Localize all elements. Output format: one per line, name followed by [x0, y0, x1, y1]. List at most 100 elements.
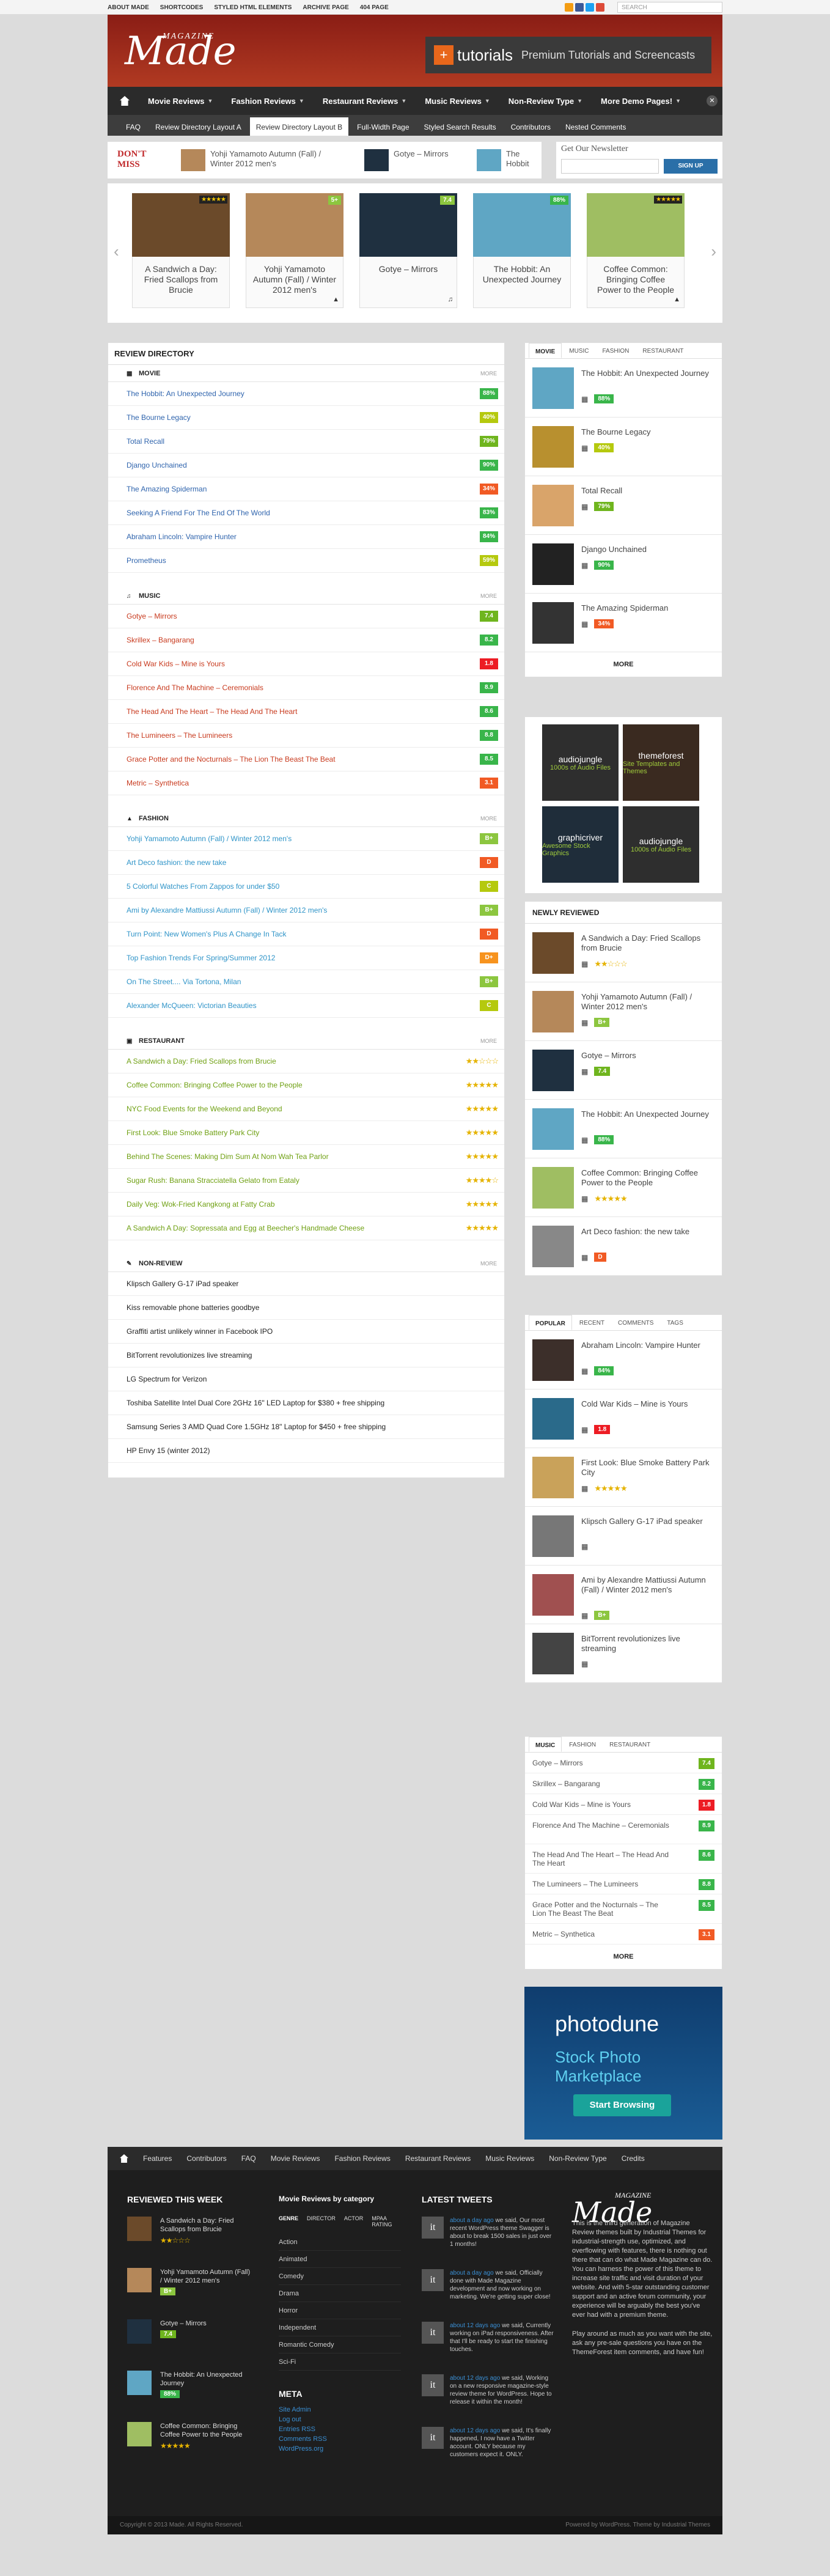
more-link[interactable]: MORE	[480, 815, 497, 822]
directory-row-title[interactable]: The Hobbit: An Unexpected Journey	[127, 389, 244, 398]
sidebar-item-title[interactable]: The Hobbit: An Unexpected Journey	[581, 1110, 710, 1119]
top-nav-item[interactable]: ABOUT MADE	[108, 4, 149, 11]
meta-link[interactable]: Entries RSS	[279, 2424, 401, 2434]
sidebar-item-title[interactable]: First Look: Blue Smoke Battery Park City	[581, 1458, 710, 1478]
directory-row[interactable]: Graffiti artist unlikely winner in Faceb…	[108, 1320, 504, 1344]
music-row-title[interactable]: The Lumineers – The Lumineers	[532, 1880, 673, 1888]
directory-row[interactable]: Samsung Series 3 AMD Quad Core 1.5GHz 18…	[108, 1415, 504, 1439]
main-nav-item[interactable]: Fashion Reviews ▼	[225, 97, 310, 106]
category-tab[interactable]: DIRECTOR	[307, 2215, 336, 2228]
widget-tab[interactable]: FASHION	[563, 1737, 602, 1752]
directory-row[interactable]: A Sandwich a Day: Fried Scallops from Br…	[108, 1050, 504, 1073]
sidebar-item-title[interactable]: The Amazing Spiderman	[581, 603, 710, 613]
top-nav-item[interactable]: STYLED HTML ELEMENTS	[214, 4, 292, 11]
sub-nav-item[interactable]: Review Directory Layout A	[149, 117, 248, 136]
sub-nav-item[interactable]: Full-Width Page	[351, 117, 415, 136]
start-browsing-button[interactable]: Start Browsing	[573, 2094, 671, 2116]
footer-review-title[interactable]: The Hobbit: An Unexpected Journey	[160, 2371, 252, 2388]
directory-row[interactable]: Daily Veg: Wok-Fried Kangkong at Fatty C…	[108, 1193, 504, 1216]
directory-row-title[interactable]: First Look: Blue Smoke Battery Park City	[127, 1128, 259, 1137]
sub-nav-item[interactable]: Styled Search Results	[418, 117, 502, 136]
directory-row-title[interactable]: Coffee Common: Bringing Coffee Power to …	[127, 1081, 303, 1089]
directory-row-title[interactable]: Yohji Yamamoto Autumn (Fall) / Winter 20…	[127, 834, 292, 843]
category-link[interactable]: Action	[279, 2234, 401, 2251]
sub-nav-item[interactable]: Contributors	[505, 117, 557, 136]
main-nav-item[interactable]: Restaurant Reviews ▼	[317, 97, 413, 106]
footer-review-title[interactable]: A Sandwich a Day: Fried Scallops from Br…	[160, 2217, 252, 2234]
footer-nav-item[interactable]: FAQ	[241, 2154, 256, 2163]
home-icon[interactable]	[120, 2154, 128, 2163]
directory-row-title[interactable]: LG Spectrum for Verizon	[127, 1375, 207, 1383]
directory-row-title[interactable]: Abraham Lincoln: Vampire Hunter	[127, 532, 237, 541]
sidebar-item-title[interactable]: Yohji Yamamoto Autumn (Fall) / Winter 20…	[581, 992, 710, 1012]
directory-row[interactable]: The Amazing Spiderman 34%	[108, 477, 504, 501]
directory-row-title[interactable]: Graffiti artist unlikely winner in Faceb…	[127, 1327, 273, 1336]
directory-row-title[interactable]: A Sandwich A Day: Sopressata and Egg at …	[127, 1224, 364, 1232]
directory-row-title[interactable]: Alexander McQueen: Victorian Beauties	[127, 1001, 257, 1010]
tweet-time[interactable]: about 12 days ago	[450, 2322, 500, 2329]
directory-row-title[interactable]: Sugar Rush: Banana Stracciatella Gelato …	[127, 1176, 299, 1185]
directory-row[interactable]: Turn Point: New Women's Plus A Change In…	[108, 922, 504, 946]
home-icon[interactable]	[120, 96, 130, 106]
directory-row-title[interactable]: Metric – Synthetica	[127, 779, 189, 787]
top-search-input[interactable]: SEARCH	[617, 2, 722, 13]
meta-link[interactable]: Comments RSS	[279, 2434, 401, 2444]
more-link[interactable]: MORE	[525, 652, 722, 677]
directory-row[interactable]: Skrillex – Bangarang 8.2	[108, 628, 504, 652]
widget-tab[interactable]: MUSIC	[563, 343, 595, 358]
footer-nav-item[interactable]: Fashion Reviews	[334, 2154, 390, 2163]
directory-row[interactable]: 5 Colorful Watches From Zappos for under…	[108, 875, 504, 899]
sidebar-item[interactable]: First Look: Blue Smoke Battery Park City…	[525, 1448, 722, 1507]
sub-nav-item[interactable]: Nested Comments	[559, 117, 632, 136]
footer-review-item[interactable]: A Sandwich a Day: Fried Scallops from Br…	[127, 2217, 262, 2253]
more-link[interactable]: MORE	[480, 1038, 497, 1044]
footer-review-title[interactable]: Gotye – Mirrors	[160, 2319, 252, 2328]
directory-row[interactable]: Prometheus 59%	[108, 549, 504, 573]
category-link[interactable]: Romantic Comedy	[279, 2336, 401, 2353]
directory-row[interactable]: Coffee Common: Bringing Coffee Power to …	[108, 1073, 504, 1097]
footer-nav-item[interactable]: Contributors	[186, 2154, 226, 2163]
directory-row[interactable]: NYC Food Events for the Weekend and Beyo…	[108, 1097, 504, 1121]
sidebar-item-title[interactable]: The Hobbit: An Unexpected Journey	[581, 369, 710, 378]
meta-link[interactable]: Log out	[279, 2415, 401, 2424]
tweet-time[interactable]: about a day ago	[450, 2270, 494, 2276]
dont-miss-item[interactable]: Gotye – Mirrors	[364, 149, 474, 171]
site-logo[interactable]: MAGAZINE Made	[125, 32, 237, 71]
sidebar-item-title[interactable]: A Sandwich a Day: Fried Scallops from Br…	[581, 933, 710, 953]
directory-row-title[interactable]: BitTorrent revolutionizes live streaming	[127, 1351, 252, 1360]
directory-row[interactable]: The Lumineers – The Lumineers 8.8	[108, 724, 504, 748]
category-link[interactable]: Horror	[279, 2302, 401, 2319]
sidebar-item[interactable]: Gotye – Mirrors ▦ 7.4	[525, 1041, 722, 1100]
directory-row-title[interactable]: The Amazing Spiderman	[127, 485, 207, 493]
directory-row-title[interactable]: Total Recall	[127, 437, 164, 446]
directory-row[interactable]: Toshiba Satellite Intel Dual Core 2GHz 1…	[108, 1391, 504, 1415]
carousel-slide[interactable]: ★★★★★ A Sandwich a Day: Fried Scallops fr…	[132, 193, 230, 308]
sign-up-button[interactable]: SIGN UP	[664, 159, 718, 174]
widget-tab[interactable]: FASHION	[596, 343, 635, 358]
directory-row[interactable]: Art Deco fashion: the new take D	[108, 851, 504, 875]
directory-row[interactable]: Cold War Kids – Mine is Yours 1.8	[108, 652, 504, 676]
category-link[interactable]: Independent	[279, 2319, 401, 2336]
music-row[interactable]: Cold War Kids – Mine is Yours 1.8	[525, 1794, 722, 1815]
directory-row-title[interactable]: Turn Point: New Women's Plus A Change In…	[127, 930, 287, 938]
carousel-slide[interactable]: 88% The Hobbit: An Unexpected Journey	[473, 193, 571, 308]
directory-row-title[interactable]: Seeking A Friend For The End Of The Worl…	[127, 509, 270, 517]
music-row-title[interactable]: Grace Potter and the Nocturnals – The Li…	[532, 1901, 673, 1918]
directory-row[interactable]: Klipsch Gallery G-17 iPad speaker	[108, 1272, 504, 1296]
directory-row[interactable]: On The Street.... Via Tortona, Milan B+	[108, 970, 504, 994]
music-row[interactable]: Grace Potter and the Nocturnals – The Li…	[525, 1894, 722, 1924]
directory-row-title[interactable]: Prometheus	[127, 556, 166, 565]
sidebar-item-title[interactable]: Django Unchained	[581, 545, 710, 554]
directory-row-title[interactable]: NYC Food Events for the Weekend and Beyo…	[127, 1105, 282, 1113]
directory-row[interactable]: Behind The Scenes: Making Dim Sum At Nom…	[108, 1145, 504, 1169]
directory-row[interactable]: The Head And The Heart – The Head And Th…	[108, 700, 504, 724]
sidebar-item[interactable]: The Hobbit: An Unexpected Journey ▦ 88%	[525, 1100, 722, 1158]
widget-tab[interactable]: MUSIC	[529, 1737, 562, 1752]
facebook-icon[interactable]	[575, 3, 584, 12]
sidebar-item-title[interactable]: Klipsch Gallery G-17 iPad speaker	[581, 1517, 710, 1526]
category-tab[interactable]: MPAA RATING	[372, 2215, 401, 2228]
music-row[interactable]: Skrillex – Bangarang 8.2	[525, 1773, 722, 1794]
carousel-slide[interactable]: 5+ Yohji Yamamoto Autumn (Fall) / Winter …	[246, 193, 343, 308]
footer-nav-item[interactable]: Features	[143, 2154, 172, 2163]
directory-row[interactable]: Ami by Alexandre Mattiussi Autumn (Fall)…	[108, 899, 504, 922]
